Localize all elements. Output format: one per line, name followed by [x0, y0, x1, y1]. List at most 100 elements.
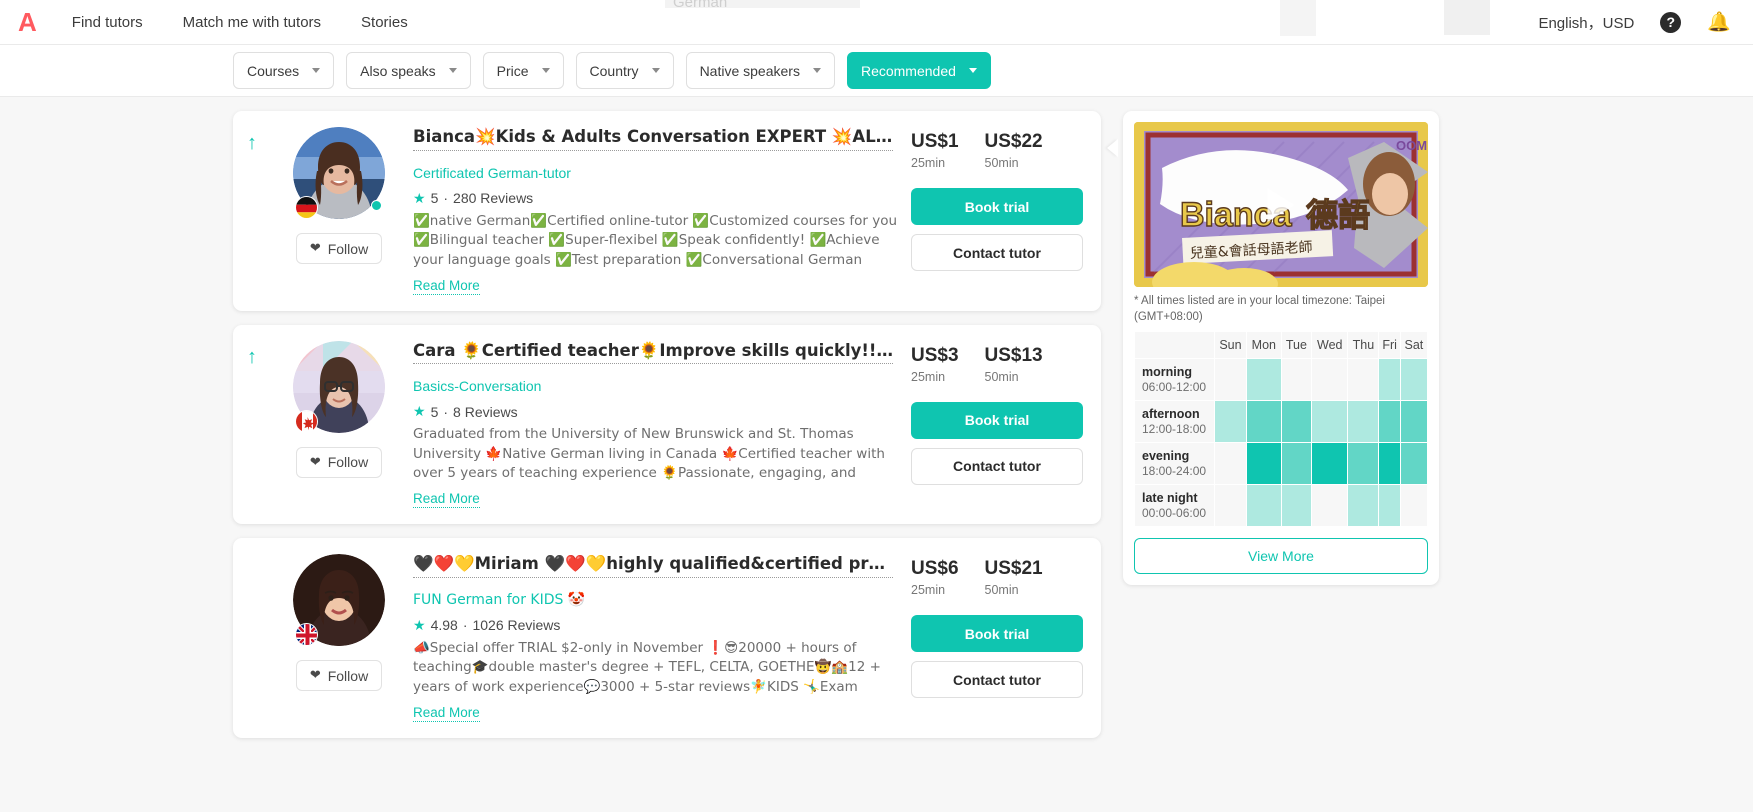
site-logo[interactable]: A [18, 9, 37, 35]
filter-also-speaks[interactable]: Also speaks [346, 52, 471, 89]
panel-pointer-arrow [1107, 139, 1118, 157]
play-icon[interactable] [1267, 187, 1295, 222]
tutor-course[interactable]: Certificated German-tutor [413, 165, 901, 181]
reviews-count: 1026 Reviews [472, 617, 561, 634]
help-icon[interactable]: ? [1660, 11, 1682, 33]
book-trial-button[interactable]: Book trial [911, 615, 1083, 653]
tutor-intro-video[interactable]: Bianca 德語 兒童&會話母語老師 OOM [1134, 122, 1428, 287]
tutor-card[interactable]: ↑ [233, 324, 1101, 525]
availability-cell[interactable] [1347, 358, 1380, 402]
price-duration-long: 50min [984, 583, 1019, 598]
availability-cell[interactable] [1347, 484, 1380, 528]
availability-cell[interactable] [1399, 442, 1429, 486]
contact-tutor-button[interactable]: Contact tutor [911, 661, 1083, 699]
view-more-button[interactable]: View More [1134, 538, 1428, 575]
nav-link-stories[interactable]: Stories [361, 14, 408, 31]
contact-tutor-button[interactable]: Contact tutor [911, 234, 1083, 271]
svg-text:德語: 德語 [1306, 196, 1370, 234]
bell-icon[interactable]: 🔔 [1707, 13, 1731, 32]
availability-cell[interactable] [1399, 358, 1429, 402]
availability-cell[interactable] [1245, 442, 1282, 486]
filter-country-label: Country [589, 62, 639, 79]
follow-button[interactable]: ❤ Follow [295, 660, 383, 692]
follow-button[interactable]: ❤ Follow [295, 233, 383, 264]
tutor-course[interactable]: Basics-Conversation [413, 378, 901, 394]
day-header-wed: Wed [1311, 331, 1349, 360]
contact-tutor-button[interactable]: Contact tutor [911, 447, 1083, 485]
tutor-course[interactable]: FUN German for KIDS 🤡 [413, 592, 901, 608]
tutor-name-link[interactable]: Cara 🌻Certified teacher🌻Improve skills q… [413, 341, 893, 365]
read-more-link[interactable]: Read More [413, 705, 480, 722]
availability-cell[interactable] [1378, 400, 1401, 444]
availability-cell[interactable] [1280, 358, 1313, 402]
price-full: US$13 50min [985, 345, 1043, 384]
follow-button[interactable]: ❤ Follow [295, 446, 383, 478]
tutor-card[interactable]: ↑ [233, 111, 1101, 311]
availability-table: Sun Mon Tue Wed Thu Fri Sat morning 06:0… [1134, 331, 1429, 528]
filter-native-speakers[interactable]: Native speakers [685, 52, 835, 89]
availability-cell[interactable] [1399, 484, 1429, 528]
read-more-link[interactable]: Read More [413, 278, 480, 295]
availability-cell[interactable] [1214, 358, 1247, 402]
dot-separator: · [462, 617, 468, 634]
nav-link-find-tutors[interactable]: Find tutors [72, 14, 143, 31]
chevron-down-icon [812, 68, 821, 73]
top-navigation-bar: German A Find tutors Match me with tutor… [0, 0, 1753, 45]
availability-cell[interactable] [1214, 400, 1247, 444]
tutor-rating: ★ 4.98 · 1026 Reviews [413, 617, 901, 634]
read-more-link[interactable]: Read More [413, 491, 480, 509]
availability-cell[interactable] [1280, 484, 1313, 528]
availability-cell[interactable] [1214, 442, 1247, 486]
tutor-list: ↑ ❤ Follow Bianca💥Kids & Adults Conversa… [233, 111, 1101, 738]
filter-price[interactable]: Price [482, 52, 564, 89]
book-trial-button[interactable]: Book trial [911, 188, 1083, 225]
nav-right-group: English，USD ? 🔔 [1538, 11, 1731, 33]
availability-cell[interactable] [1378, 442, 1401, 486]
avatar[interactable] [293, 340, 385, 433]
filter-recommended-label: Recommended [860, 62, 956, 79]
availability-cell[interactable] [1280, 400, 1313, 444]
availability-cell[interactable] [1347, 442, 1380, 486]
slot-label-afternoon: afternoon 12:00-18:00 [1134, 400, 1215, 444]
availability-cell[interactable] [1378, 358, 1401, 402]
tutor-preview-panel: Bianca 德語 兒童&會話母語老師 OOM * All times list… [1123, 111, 1439, 586]
tutor-name-link[interactable]: 🖤❤️💛Miriam 🖤❤️💛highly qualified&certifie… [413, 554, 893, 578]
avatar[interactable] [293, 127, 385, 219]
availability-cell[interactable] [1214, 484, 1247, 528]
availability-cell[interactable] [1311, 358, 1349, 402]
chevron-down-icon [541, 68, 550, 73]
star-icon: ★ [413, 616, 426, 633]
availability-cell[interactable] [1399, 400, 1429, 444]
price-amount-short: US$6 [911, 558, 959, 580]
tutor-name-link[interactable]: Bianca💥Kids & Adults Conversation EXPERT… [413, 127, 893, 151]
availability-cell[interactable] [1378, 484, 1401, 528]
filter-courses[interactable]: Courses [233, 52, 335, 89]
availability-cell[interactable] [1311, 400, 1349, 444]
slot-range: 12:00-18:00 [1142, 422, 1207, 437]
tutor-preview-panel-wrapper: Bianca 德語 兒童&會話母語老師 OOM * All times list… [1107, 111, 1439, 586]
price-duration-short: 25min [911, 583, 946, 598]
price-row: US$6 25min US$21 50min [911, 558, 1083, 597]
rating-value: 5 [430, 403, 439, 420]
availability-cell[interactable] [1245, 484, 1282, 528]
filter-price-label: Price [496, 62, 529, 79]
tutor-pricing: US$1 25min US$22 50min Book trial Contac… [911, 127, 1083, 295]
locale-currency-selector[interactable]: English，USD [1538, 12, 1634, 33]
book-trial-button[interactable]: Book trial [911, 401, 1083, 439]
availability-cell[interactable] [1311, 484, 1349, 528]
slot-name: morning [1142, 365, 1192, 380]
avatar[interactable] [293, 554, 385, 647]
tutor-pricing: US$3 25min US$13 50min Book trial Contac… [911, 341, 1083, 509]
follow-label: Follow [327, 667, 369, 684]
availability-cell[interactable] [1347, 400, 1380, 444]
availability-cell[interactable] [1311, 442, 1349, 486]
heart-icon: ❤ [309, 241, 321, 256]
availability-cell[interactable] [1245, 358, 1282, 402]
availability-cell[interactable] [1245, 400, 1282, 444]
nav-link-match-me-with-tutors[interactable]: Match me with tutors [183, 14, 321, 31]
filter-recommended[interactable]: Recommended [846, 52, 991, 89]
availability-cell[interactable] [1280, 442, 1313, 486]
price-trial: US$6 25min [911, 558, 959, 597]
tutor-card[interactable]: ❤ Follow 🖤❤️💛Miriam 🖤❤️💛highly qualified… [233, 538, 1101, 738]
filter-country[interactable]: Country [575, 52, 674, 89]
